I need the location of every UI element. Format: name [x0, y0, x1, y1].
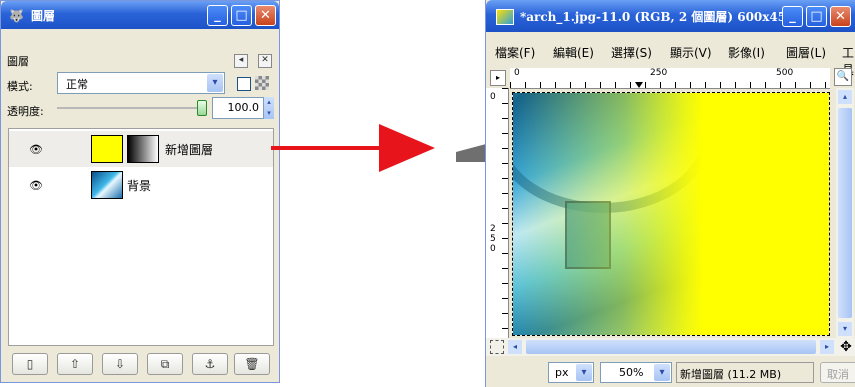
dock-title: 圖層: [7, 55, 29, 68]
pointer-arrow-shaft: [271, 146, 381, 150]
horizontal-scroll-thumb[interactable]: [526, 340, 816, 354]
menu-select[interactable]: 選擇(S): [611, 44, 652, 61]
opacity-slider[interactable]: [57, 100, 207, 116]
cancel-button[interactable]: 取消: [820, 362, 855, 383]
maximize-button[interactable]: □: [231, 5, 252, 26]
mode-select[interactable]: 正常 ▾: [57, 72, 225, 94]
layer-list: 👁 新增圖層 👁 背景: [8, 128, 274, 346]
ruler-v-label: 0: [490, 92, 496, 102]
new-layer-button[interactable]: ▯: [12, 353, 48, 375]
opacity-value: 100.0: [227, 101, 260, 114]
anchor-layer-button[interactable]: ⚓: [192, 353, 228, 375]
opacity-spinner[interactable]: ▴ ▾: [264, 97, 274, 119]
preserve-transparency-checkbox[interactable]: [237, 77, 251, 91]
status-message: 新增圖層 (11.2 MB): [680, 368, 782, 381]
gimp-logo-icon: 🐺: [9, 9, 24, 23]
mode-label: 模式:: [7, 80, 33, 93]
layer-mask-thumbnail: [127, 135, 159, 163]
image-canvas[interactable]: [512, 92, 830, 336]
image-window: *arch_1.jpg-11.0 (RGB, 2 個圖層) 600x456 _ …: [485, 0, 855, 387]
ruler-v-label: 2: [490, 224, 496, 234]
quick-mask-icon[interactable]: [490, 340, 504, 354]
minimize-button[interactable]: _: [782, 6, 803, 27]
yellow-gradient-layer: [513, 93, 829, 335]
image-titlebar[interactable]: *arch_1.jpg-11.0 (RGB, 2 個圖層) 600x456 _ …: [486, 0, 855, 32]
pointer-arrow-head: [379, 124, 435, 172]
ruler-cursor-marker: [635, 82, 643, 88]
horizontal-scrollbar[interactable]: ◂ ▸ ✥: [486, 338, 855, 356]
unit-select[interactable]: px ▾: [548, 362, 594, 383]
ruler-menu-button[interactable]: ▸: [490, 70, 506, 86]
status-message-box: 新增圖層 (11.2 MB): [676, 362, 814, 383]
layer-row-background[interactable]: 👁 背景: [9, 167, 273, 203]
ruler-v-label: 0: [490, 244, 496, 254]
opacity-label: 透明度:: [7, 105, 44, 118]
vertical-ruler: 0 2 5 0: [486, 88, 509, 338]
layers-titlebar[interactable]: 🐺 圖層 _ □ ✕: [1, 1, 279, 29]
ruler-h-label: 0: [514, 68, 520, 78]
chevron-down-icon: ▾: [654, 364, 670, 381]
status-bar: px ▾ 50% ▾ 新增圖層 (11.2 MB) 取消: [486, 358, 855, 387]
opacity-input[interactable]: 100.0: [212, 97, 264, 119]
menu-layer[interactable]: 圖層(L): [786, 44, 826, 61]
layer-row-new[interactable]: 👁 新增圖層: [9, 131, 273, 167]
delete-layer-button[interactable]: 🗑: [234, 353, 270, 375]
ruler-v-label: 5: [490, 234, 496, 244]
checkerboard-icon: [255, 76, 269, 90]
unit-value: px: [555, 366, 569, 379]
menu-image[interactable]: 影像(I): [728, 44, 765, 61]
cancel-label: 取消: [827, 368, 849, 381]
menu-view[interactable]: 顯示(V): [670, 44, 712, 61]
layer-thumbnail: [91, 171, 123, 199]
menu-edit[interactable]: 編輯(E): [553, 44, 594, 61]
layer-actions-bar: ▯ ⇧ ⇩ ⧉ ⚓ 🗑: [8, 353, 274, 377]
ruler-h-label: 250: [650, 68, 668, 78]
visibility-eye-icon[interactable]: 👁: [29, 179, 43, 192]
dock-close-icon[interactable]: ✕: [258, 54, 272, 68]
image-file-icon: [496, 9, 514, 25]
zoom-button[interactable]: 🔍: [834, 68, 852, 86]
vertical-scrollbar[interactable]: ▴ ▾: [836, 88, 854, 338]
chevron-down-icon: ▾: [207, 74, 223, 92]
layers-window: 🐺 圖層 _ □ ✕ 圖層 ◂ ✕ 模式: 正常 ▾ 透明度: 100.0 ▴ ▾…: [0, 0, 280, 383]
visibility-eye-icon[interactable]: 👁: [29, 143, 43, 156]
lower-layer-button[interactable]: ⇩: [102, 353, 138, 375]
maximize-button[interactable]: □: [806, 6, 827, 27]
layer-name: 背景: [127, 179, 152, 193]
close-button[interactable]: ✕: [255, 5, 276, 26]
zoom-value: 50%: [619, 366, 644, 379]
raise-layer-button[interactable]: ⇧: [57, 353, 93, 375]
layer-thumbnail: [91, 135, 123, 163]
mode-value: 正常: [66, 78, 88, 91]
zoom-select[interactable]: 50% ▾: [600, 362, 672, 383]
navigate-icon[interactable]: ✥: [838, 338, 854, 356]
opacity-slider-handle[interactable]: [197, 100, 207, 116]
dock-menu-icon[interactable]: ◂: [234, 54, 248, 68]
layers-window-title: 圖層: [31, 9, 56, 23]
menu-file[interactable]: 檔案(F): [495, 44, 535, 61]
vertical-scroll-thumb[interactable]: [838, 108, 852, 318]
image-window-title: *arch_1.jpg-11.0 (RGB, 2 個圖層) 600x456: [520, 10, 795, 24]
layer-name: 新增圖層: [165, 143, 214, 157]
minimize-button[interactable]: _: [207, 5, 228, 26]
duplicate-layer-button[interactable]: ⧉: [147, 353, 183, 375]
ruler-h-label: 500: [776, 68, 794, 78]
close-button[interactable]: ✕: [830, 6, 851, 27]
chevron-down-icon: ▾: [576, 364, 592, 381]
horizontal-ruler: 0 250 500: [510, 68, 830, 89]
